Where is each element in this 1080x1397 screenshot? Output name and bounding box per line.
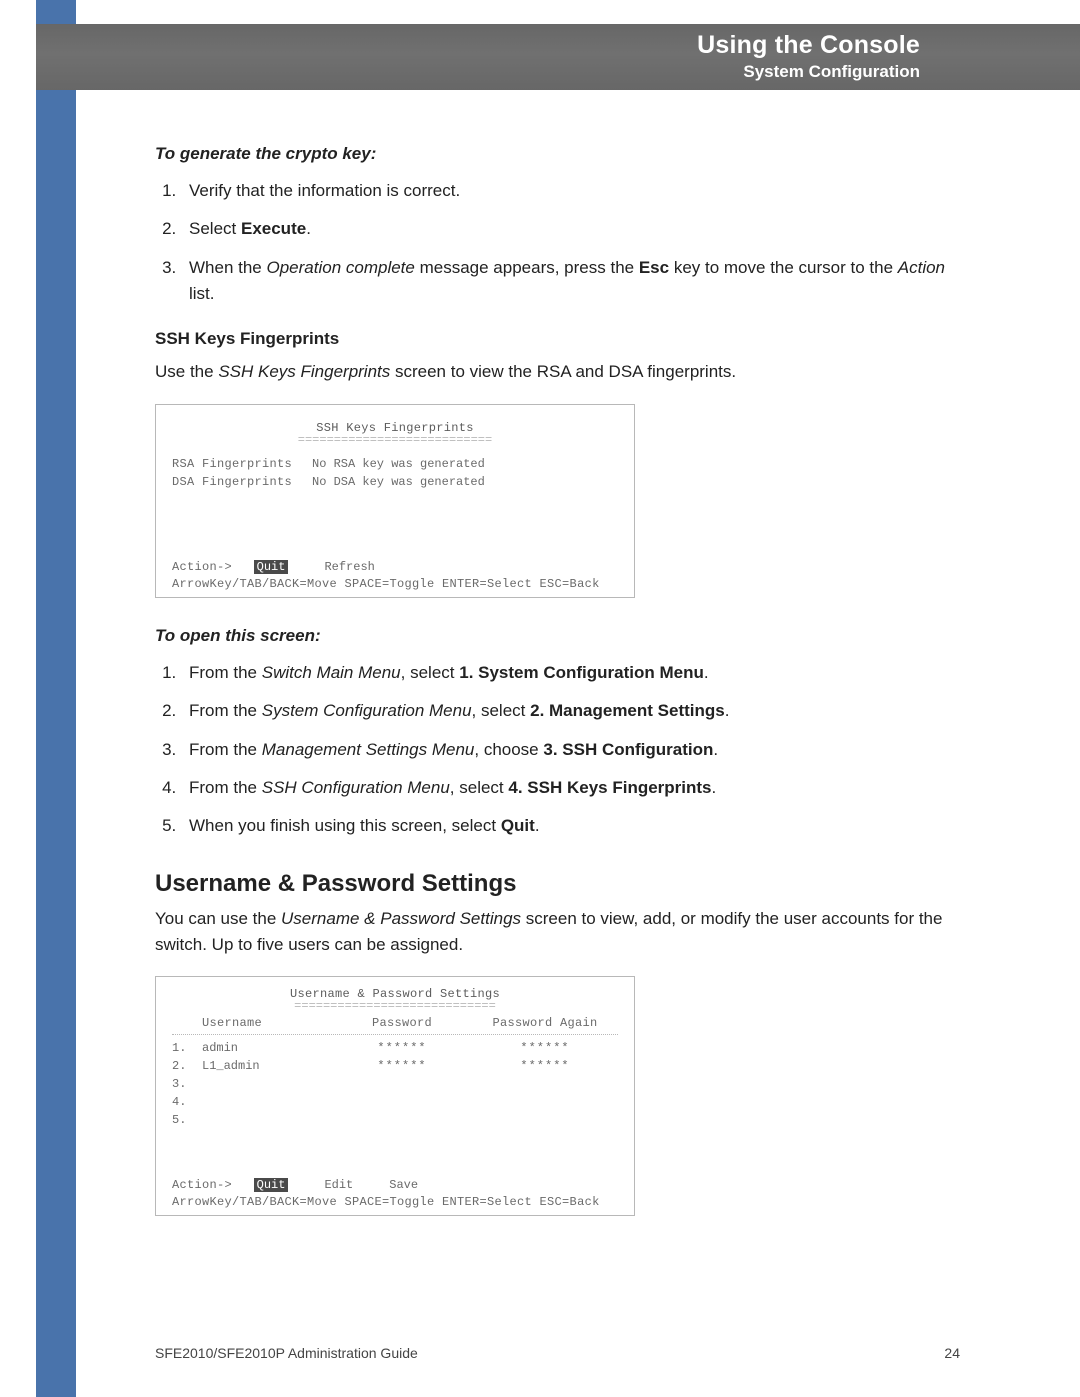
open-step-5: When you finish using this screen, selec… (181, 813, 960, 839)
console-row-rsa: RSA Fingerprints No RSA key was generate… (172, 457, 618, 471)
console-action-quit: Quit (254, 560, 289, 574)
step-3: When the Operation complete message appe… (181, 255, 960, 308)
open-screen-steps: From the Switch Main Menu, select 1. Sys… (155, 660, 960, 840)
console-hint: ArrowKey/TAB/BACK=Move SPACE=Toggle ENTE… (172, 576, 618, 593)
footer-page-number: 24 (944, 1345, 960, 1361)
console-action-save: Save (389, 1178, 418, 1192)
footer-doc-title: SFE2010/SFE2010P Administration Guide (155, 1345, 418, 1361)
console-action-row: Action-> Quit Refresh (172, 559, 618, 576)
document-page: Using the Console System Configuration T… (0, 0, 1080, 1397)
open-step-2: From the System Configuration Menu, sele… (181, 698, 960, 724)
console-divider (172, 1034, 618, 1035)
console-action-quit-2: Quit (254, 1178, 289, 1192)
open-step-4: From the SSH Configuration Menu, select … (181, 775, 960, 801)
procedure-heading-generate-key: To generate the crypto key: (155, 144, 960, 164)
procedure-heading-open-screen: To open this screen: (155, 626, 960, 646)
console-title-underline-2: ============================ (172, 1002, 618, 1012)
console-col-headers: Username Password Password Again (172, 1016, 618, 1030)
console-action-row-2: Action-> Quit Edit Save (172, 1177, 618, 1194)
console-username-password: Username & Password Settings ===========… (155, 976, 635, 1215)
ssh-fingerprints-heading: SSH Keys Fingerprints (155, 329, 960, 349)
user-row-5: 5. (172, 1113, 618, 1127)
page-content: To generate the crypto key: Verify that … (155, 140, 960, 1244)
page-footer: SFE2010/SFE2010P Administration Guide 24 (155, 1345, 960, 1361)
console-action-refresh: Refresh (324, 560, 374, 574)
step-2: Select Execute. (181, 216, 960, 242)
chapter-title: Using the Console (697, 32, 920, 60)
console-row-dsa: DSA Fingerprints No DSA key was generate… (172, 475, 618, 489)
generate-key-steps: Verify that the information is correct. … (155, 178, 960, 307)
chapter-header: Using the Console System Configuration (36, 24, 1080, 90)
ssh-fingerprints-intro: Use the SSH Keys Fingerprints screen to … (155, 359, 960, 385)
console-title-underline: =========================== (172, 436, 618, 446)
console-action-edit: Edit (324, 1178, 353, 1192)
console-ssh-fingerprints: SSH Keys Fingerprints ==================… (155, 404, 635, 598)
user-row-2: 2. L1_admin ****** ****** (172, 1059, 618, 1073)
chapter-subtitle: System Configuration (743, 63, 920, 82)
open-step-1: From the Switch Main Menu, select 1. Sys… (181, 660, 960, 686)
console-hint-2: ArrowKey/TAB/BACK=Move SPACE=Toggle ENTE… (172, 1194, 618, 1211)
step-1: Verify that the information is correct. (181, 178, 960, 204)
left-accent-bar (36, 0, 76, 1397)
user-row-4: 4. (172, 1095, 618, 1109)
open-step-3: From the Management Settings Menu, choos… (181, 737, 960, 763)
user-row-3: 3. (172, 1077, 618, 1091)
username-password-intro: You can use the Username & Password Sett… (155, 906, 960, 959)
username-password-heading: Username & Password Settings (155, 870, 960, 898)
user-row-1: 1. admin ****** ****** (172, 1041, 618, 1055)
